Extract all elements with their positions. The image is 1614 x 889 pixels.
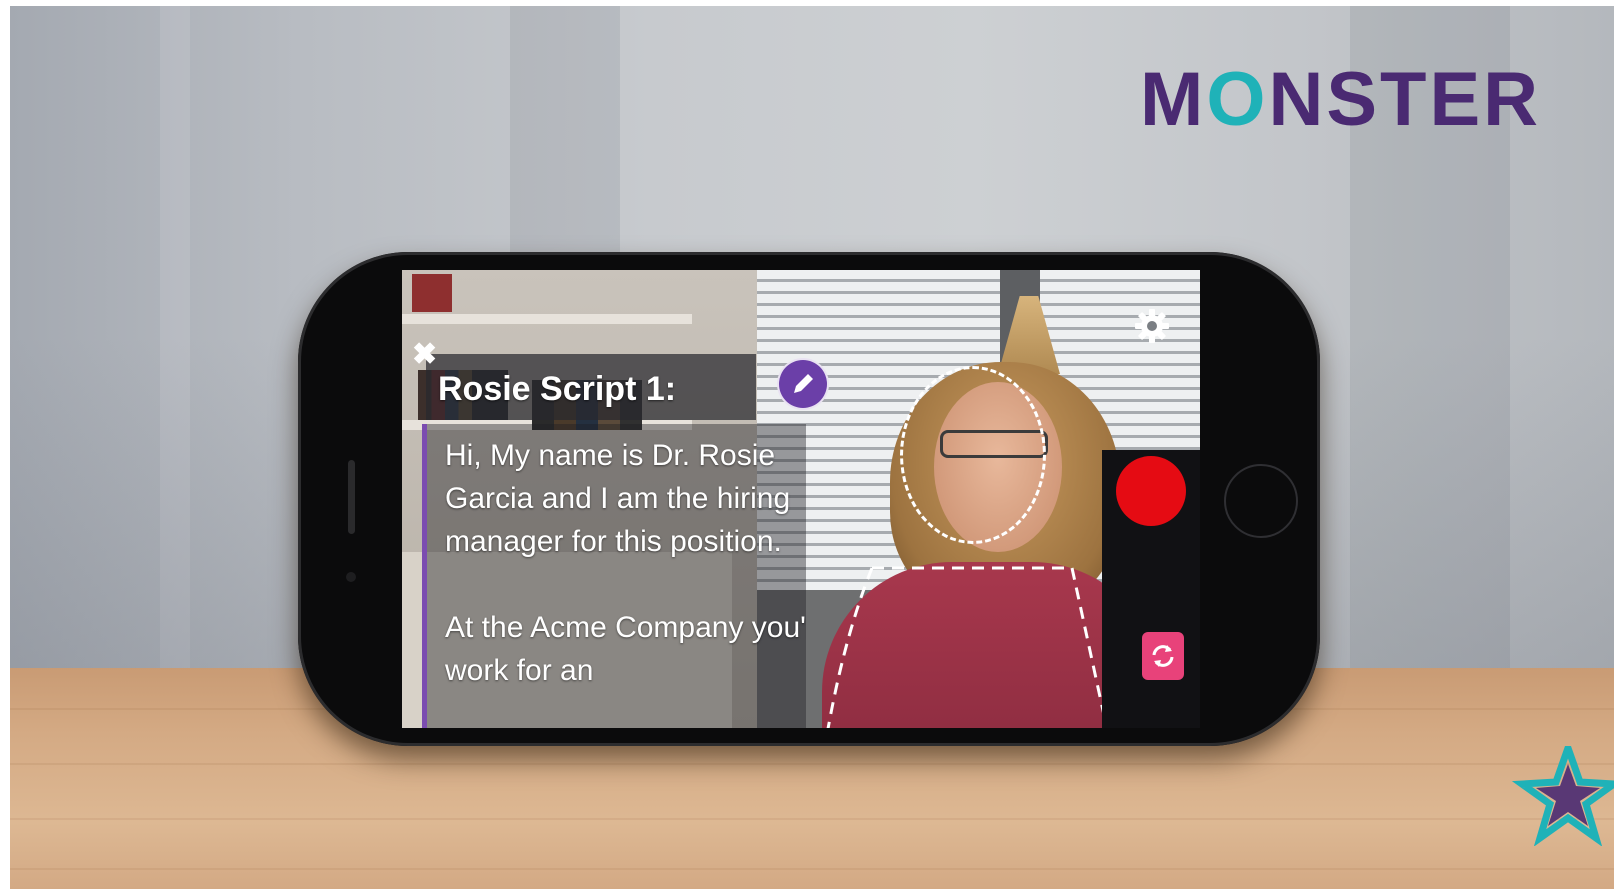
pencil-icon [794,374,813,393]
smartphone: ✖ Rosie Script 1: Hi, My name is Dr. Ros… [298,252,1320,746]
script-panel: ✖ Rosie Script 1: Hi, My name is Dr. Ros… [402,270,832,728]
phone-speaker [348,460,355,534]
face-guide-outline [900,366,1046,544]
monster-star-icon [1511,746,1614,846]
script-paragraph: Hi, My name is Dr. Rosie Garcia and I am… [445,439,791,558]
close-icon[interactable]: ✖ [412,340,437,370]
shoulder-guide-outline [826,566,1109,728]
edit-script-button[interactable] [777,358,829,410]
camera-screen: ✖ Rosie Script 1: Hi, My name is Dr. Ros… [402,270,1200,728]
gear-icon[interactable] [1134,308,1170,344]
camera-flip-icon [1152,645,1174,667]
script-paragraph: At the Acme Company you'll work for an [445,611,806,687]
camera-flip-button[interactable] [1142,632,1184,680]
record-button[interactable] [1116,456,1186,526]
monster-logo: MONSTER [1140,57,1542,142]
script-teleprompter[interactable]: Hi, My name is Dr. Rosie Garcia and I am… [422,424,806,728]
script-text: Hi, My name is Dr. Rosie Garcia and I am… [445,434,806,728]
script-title: Rosie Script 1: [438,370,677,408]
home-button[interactable] [1224,464,1298,538]
phone-camera [346,572,356,582]
